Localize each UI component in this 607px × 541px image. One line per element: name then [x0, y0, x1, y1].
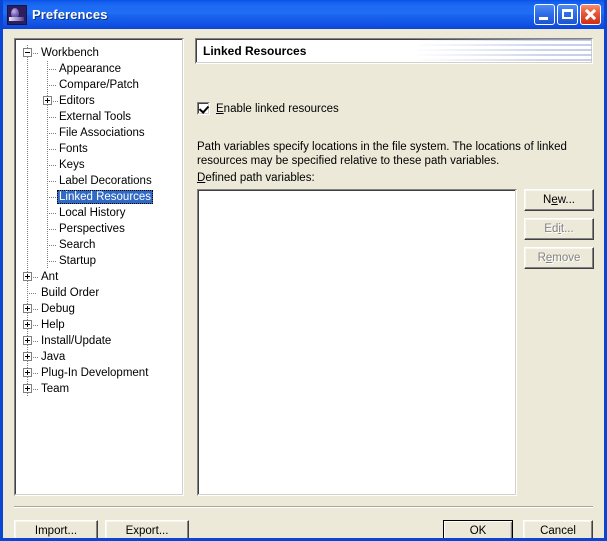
tree-item-label: Ant [41, 271, 59, 283]
footer-separator [14, 506, 593, 508]
tree-item-label: Keys [59, 159, 85, 171]
minimize-button[interactable] [534, 4, 555, 25]
close-button[interactable] [580, 4, 601, 25]
window-title: Preferences [32, 7, 108, 22]
path-variable-actions: Ne w... Ed i t... Re move [524, 189, 594, 269]
footer-left-actions: Import... Export... [14, 520, 189, 538]
tree-item-label-decorations[interactable]: Label Decorations [15, 173, 183, 189]
enable-linked-resources-row[interactable]: Enable linked resources [197, 102, 339, 115]
expand-icon[interactable] [43, 96, 52, 105]
path-variables-list[interactable] [197, 189, 517, 496]
tree-item-label: External Tools [59, 111, 132, 123]
tree-item-ant[interactable]: Ant [15, 269, 183, 285]
preferences-tree[interactable]: Workbench Appearance Compare/Patch Editors E… [14, 38, 184, 496]
edit-button[interactable]: Ed i t... [524, 218, 594, 240]
tree-item-label: Workbench [41, 47, 99, 59]
collapse-icon[interactable] [23, 48, 32, 57]
tree-item-external-tools[interactable]: External Tools [15, 109, 183, 125]
preferences-icon [7, 4, 27, 25]
tree-item-label: Help [41, 319, 65, 331]
ok-button[interactable]: OK [443, 520, 513, 538]
tree-item-label: Debug [41, 303, 75, 315]
footer-right-actions: OK Cancel [443, 520, 593, 538]
tree-item-search[interactable]: Search [15, 237, 183, 253]
expand-icon[interactable] [23, 352, 32, 361]
preferences-window: Preferences Workbench Appearance Compare/P… [0, 0, 607, 541]
dialog-body: Workbench Appearance Compare/Patch Editors E… [3, 29, 604, 538]
tree-item-install-update[interactable]: Install/Update [15, 333, 183, 349]
expand-icon[interactable] [23, 384, 32, 393]
expand-icon[interactable] [23, 320, 32, 329]
title-bar[interactable]: Preferences [3, 0, 604, 29]
defined-path-variables-label: Defined path variables: [197, 172, 315, 184]
expand-icon[interactable] [23, 368, 32, 377]
expand-icon[interactable] [23, 304, 32, 313]
expand-icon[interactable] [23, 336, 32, 345]
tree-item-startup[interactable]: Startup [15, 253, 183, 269]
export-button[interactable]: Export... [105, 520, 189, 538]
tree-item-team[interactable]: Team [15, 381, 183, 397]
tree-item-label: Perspectives [59, 223, 125, 235]
tree-item-help[interactable]: Help [15, 317, 183, 333]
tree-item-label: Fonts [59, 143, 88, 155]
banner-stripes-decoration [412, 39, 592, 63]
tree-item-label: Search [59, 239, 96, 251]
tree-item-file-associations[interactable]: File Associations [15, 125, 183, 141]
import-button[interactable]: Import... [14, 520, 98, 538]
tree-item-label: Install/Update [41, 335, 112, 347]
restore-button[interactable] [557, 4, 578, 25]
tree-item-label: Build Order [41, 287, 100, 299]
tree-item-linked-resources[interactable]: Linked Resources [15, 189, 183, 205]
tree-item-build-order[interactable]: Build Order [15, 285, 183, 301]
cancel-button[interactable]: Cancel [523, 520, 593, 538]
tree-item-label: Startup [59, 255, 97, 267]
tree-item-label: File Associations [59, 127, 145, 139]
page-description: Path variables specify locations in the … [197, 141, 567, 167]
enable-linked-resources-label: Enable linked resources [216, 102, 339, 115]
tree-item-local-history[interactable]: Local History [15, 205, 183, 221]
tree-item-label: Label Decorations [59, 175, 152, 187]
tree-item-keys[interactable]: Keys [15, 157, 183, 173]
new-button[interactable]: Ne w... [524, 189, 594, 211]
tree-item-label: Editors [59, 95, 95, 107]
tree-item-label: Team [41, 383, 70, 395]
tree-item-workbench[interactable]: Workbench [15, 45, 183, 61]
tree-item-label: Appearance [59, 63, 122, 75]
tree-item-editors[interactable]: Editors [15, 93, 183, 109]
tree-item-plug-in-development[interactable]: Plug-In Development [15, 365, 183, 381]
enable-linked-resources-checkbox[interactable] [197, 102, 210, 115]
tree-item-label: Local History [59, 207, 126, 219]
tree-item-label: Plug-In Development [41, 367, 149, 379]
tree-item-compare-patch[interactable]: Compare/Patch [15, 77, 183, 93]
tree-item-label: Linked Resources [57, 190, 154, 204]
tree-item-label: Java [41, 351, 66, 363]
tree-item-label: Compare/Patch [59, 79, 139, 91]
tree-item-fonts[interactable]: Fonts [15, 141, 183, 157]
tree-item-java[interactable]: Java [15, 349, 183, 365]
tree-item-debug[interactable]: Debug [15, 301, 183, 317]
remove-button[interactable]: Re move [524, 247, 594, 269]
tree-item-appearance[interactable]: Appearance [15, 61, 183, 77]
page-banner: Linked Resources [195, 38, 593, 64]
page-title: Linked Resources [203, 44, 307, 58]
window-controls [534, 4, 601, 25]
expand-icon[interactable] [23, 272, 32, 281]
tree-item-perspectives[interactable]: Perspectives [15, 221, 183, 237]
